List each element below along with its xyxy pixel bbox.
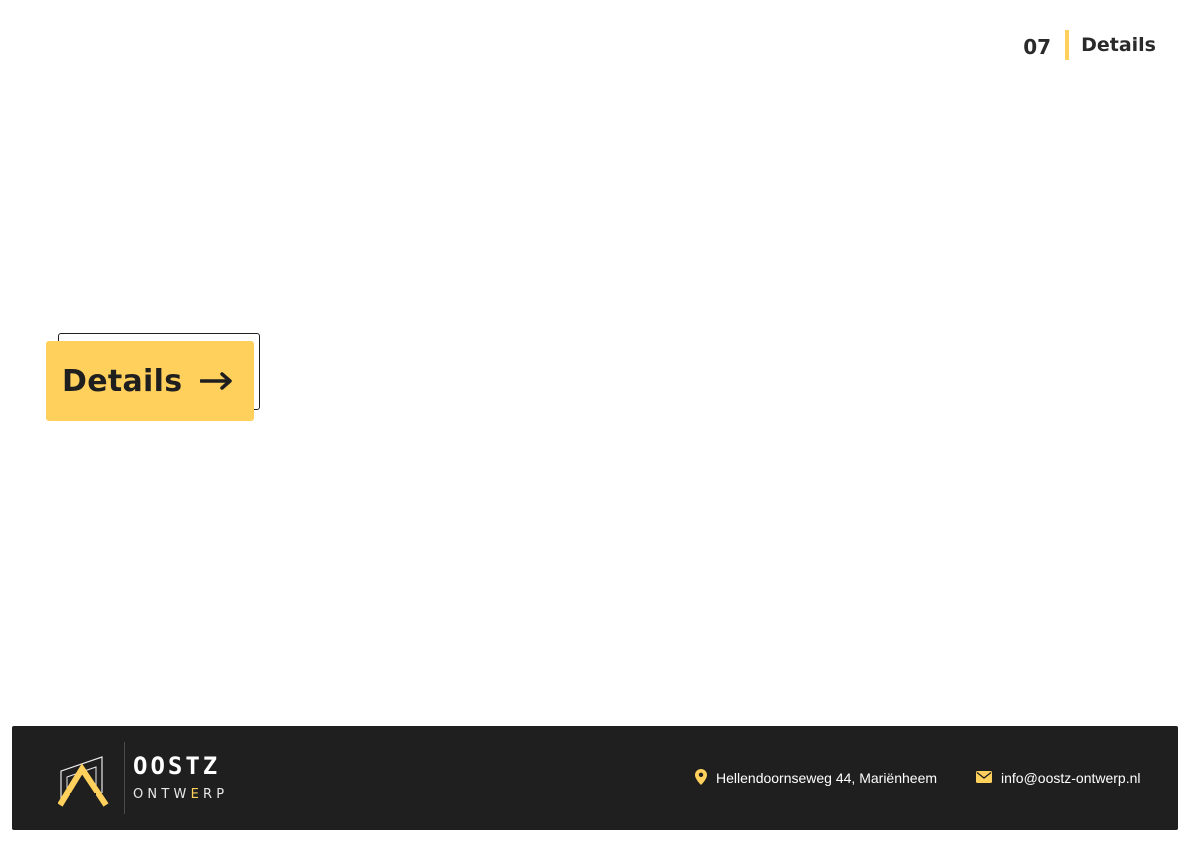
page-number: 07 — [1023, 34, 1052, 59]
footer: OOSTZ ONTWERP Hellendoornseweg 44, Marië… — [12, 726, 1178, 830]
logo-title: OOSTZ — [133, 752, 221, 780]
company-logo[interactable]: OOSTZ ONTWERP — [57, 742, 228, 814]
mail-icon — [976, 770, 992, 786]
page-indicator: 07 Details — [1023, 30, 1156, 60]
logo-subtitle-part1: ONTW — [133, 787, 191, 802]
map-pin-icon — [695, 768, 707, 788]
page: 07 Details Details OOSTZ ONTWERP Hellend… — [0, 0, 1189, 842]
email-link[interactable]: info@oostz-ontwerp.nl — [1001, 770, 1141, 786]
page-label: Details — [1081, 34, 1156, 56]
logo-subtitle-accent: E — [190, 787, 203, 802]
arrow-right-icon — [199, 371, 234, 391]
details-button[interactable]: Details — [46, 341, 254, 421]
details-button-label: Details — [62, 363, 183, 399]
logo-text: OOSTZ ONTWERP — [133, 752, 228, 804]
logo-separator — [124, 742, 125, 814]
contact-address: Hellendoornseweg 44, Mariënheem — [695, 726, 937, 830]
contact-email[interactable]: info@oostz-ontwerp.nl — [976, 726, 1141, 830]
logo-subtitle-part2: RP — [202, 787, 229, 802]
address-text: Hellendoornseweg 44, Mariënheem — [716, 770, 938, 786]
logo-mark-icon — [57, 749, 110, 807]
page-divider — [1065, 30, 1070, 60]
logo-subtitle: ONTWERP — [133, 786, 228, 804]
details-button-wrapper: Details — [46, 333, 262, 421]
